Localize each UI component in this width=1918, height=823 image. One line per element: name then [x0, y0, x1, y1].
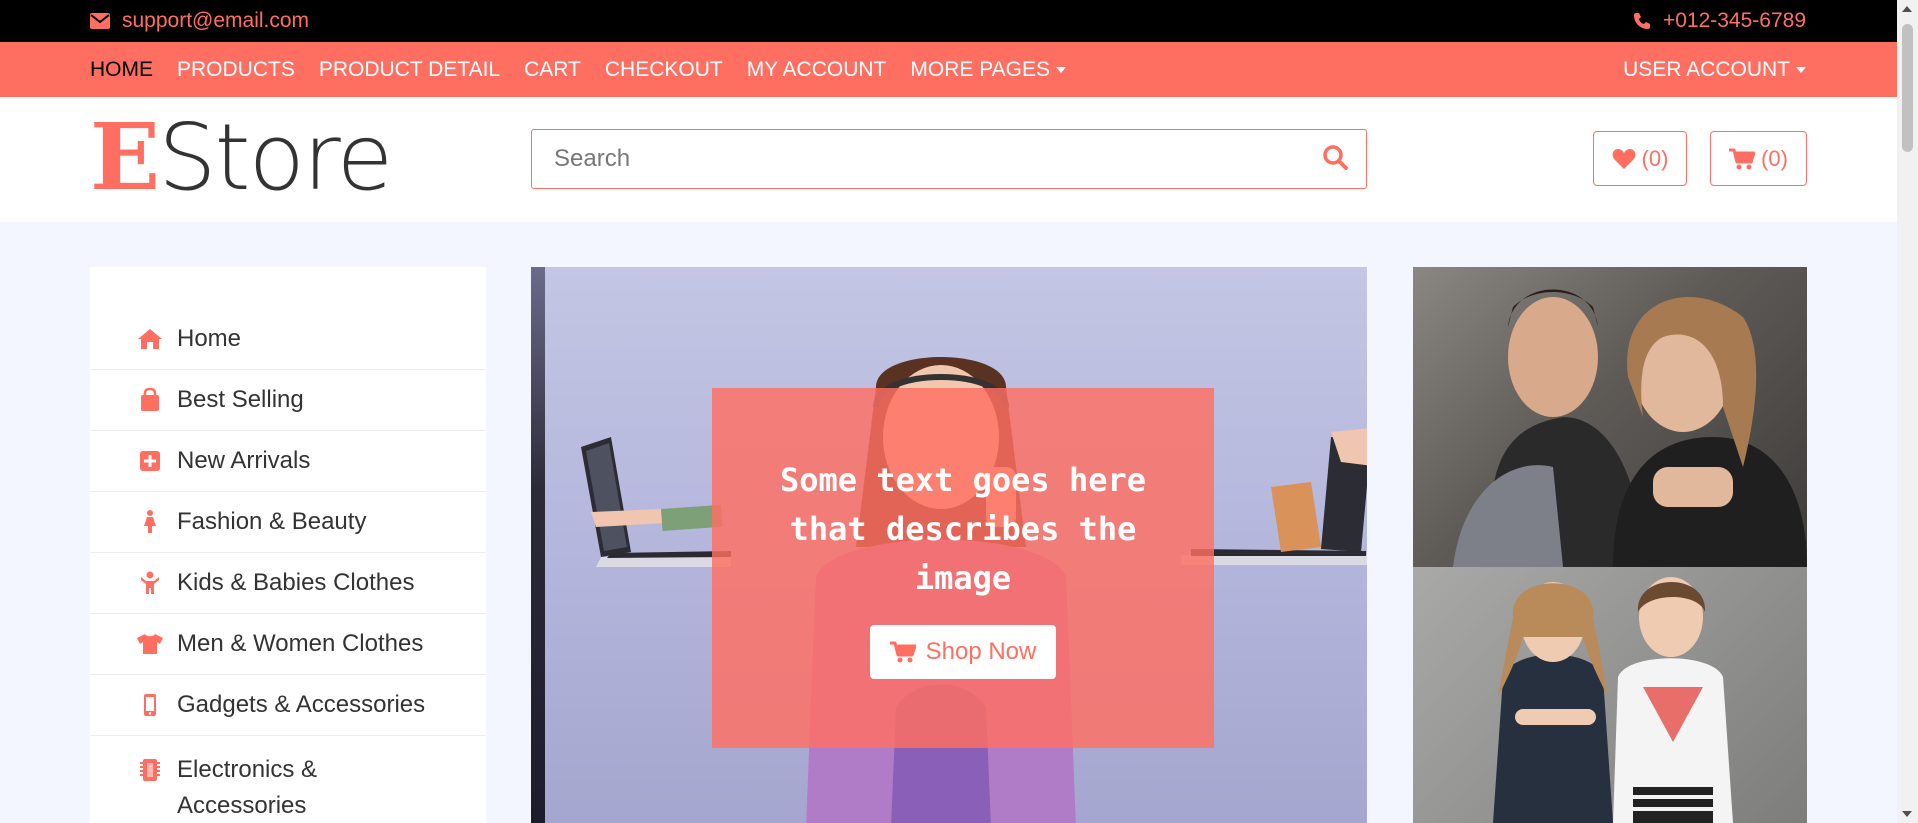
tshirt-icon	[135, 630, 165, 658]
wishlist-button[interactable]: (0)	[1593, 131, 1687, 186]
more-pages-label: MORE PAGES	[910, 57, 1051, 81]
user-account-label: USER ACCOUNT	[1623, 57, 1790, 81]
sidebar-item-label: Men & Women Clothes	[177, 630, 424, 657]
laptop-left-image	[581, 437, 731, 567]
scroll-down-arrow-icon[interactable]	[1902, 811, 1912, 817]
support-phone-text: +012-345-6789	[1662, 9, 1806, 32]
nav-item-checkout[interactable]: CHECKOUT	[605, 58, 723, 82]
child-icon	[135, 569, 165, 597]
hero-slider[interactable]: Some text goes here that describes the i…	[531, 267, 1367, 823]
logo-text: Store	[158, 104, 393, 211]
sidebar-item-home[interactable]: Home	[90, 309, 486, 370]
nav-menu: HOME PRODUCTS PRODUCT DETAIL CART CHECKO…	[90, 42, 1067, 97]
support-email-text: support@email.com	[122, 9, 310, 32]
caret-down-icon	[1796, 66, 1806, 73]
hero-caption: Some text goes here that describes the i…	[779, 461, 1147, 597]
home-icon	[135, 325, 165, 353]
envelope-icon	[90, 13, 110, 29]
female-icon	[135, 508, 165, 536]
promo-image-kids[interactable]	[1413, 567, 1807, 823]
sidebar-item-best-selling[interactable]: Best Selling	[90, 370, 486, 431]
sidebar-item-label: Fashion & Beauty	[177, 508, 367, 535]
support-email[interactable]: support@email.com	[90, 0, 309, 42]
caret-down-icon	[1056, 66, 1067, 73]
plus-square-icon	[135, 447, 165, 475]
sidebar-item-fashion-beauty[interactable]: Fashion & Beauty	[90, 492, 486, 553]
sidebar-item-label: Kids & Babies Clothes	[177, 569, 415, 596]
hero-caption-box: Some text goes here that describes the i…	[712, 388, 1214, 748]
sidebar-item-gadgets-accessories[interactable]: Gadgets & Accessories	[90, 675, 486, 736]
sidebar-item-new-arrivals[interactable]: New Arrivals	[90, 431, 486, 492]
category-sidebar: Home Best Selling New Arrivals Fashion &…	[90, 267, 486, 823]
header: EStore (0) (0)	[0, 97, 1897, 222]
two-women-image	[1453, 289, 1807, 567]
sidebar-item-label: Home	[177, 325, 242, 352]
nav-item-more-pages[interactable]: MORE PAGES	[910, 57, 1067, 82]
shop-now-button[interactable]: Shop Now	[870, 625, 1056, 679]
search-box	[531, 129, 1367, 189]
shop-now-label: Shop Now	[925, 638, 1037, 665]
search-button[interactable]	[1322, 144, 1352, 174]
page-scrollbar[interactable]	[1897, 0, 1918, 823]
main-navbar: HOME PRODUCTS PRODUCT DETAIL CART CHECKO…	[0, 42, 1897, 97]
support-phone[interactable]: +012-345-6789	[1633, 0, 1806, 42]
heart-icon	[1612, 148, 1635, 169]
microchip-icon	[135, 756, 165, 784]
cart-icon	[889, 641, 916, 663]
search-input[interactable]	[532, 130, 1302, 188]
scroll-up-arrow-icon[interactable]	[1902, 6, 1912, 12]
cart-button[interactable]: (0)	[1710, 131, 1807, 186]
user-account-dropdown[interactable]: USER ACCOUNT	[1623, 42, 1806, 97]
sidebar-item-label: Best Selling	[177, 386, 304, 413]
logo-letter: E	[90, 103, 160, 211]
top-bar: support@email.com +012-345-6789	[0, 0, 1897, 42]
previous-slide-edge	[531, 267, 545, 823]
sidebar-item-label: Gadgets & Accessories	[177, 691, 426, 718]
nav-item-my-account[interactable]: MY ACCOUNT	[747, 58, 887, 82]
two-kids-image	[1493, 577, 1733, 823]
sidebar-item-men-women-clothes[interactable]: Men & Women Clothes	[90, 614, 486, 675]
shopping-bag-icon	[135, 386, 165, 414]
sidebar-item-label: New Arrivals	[177, 447, 311, 474]
logo[interactable]: EStore	[90, 111, 393, 204]
sidebar-item-kids-babies-clothes[interactable]: Kids & Babies Clothes	[90, 553, 486, 614]
nav-item-product-detail[interactable]: PRODUCT DETAIL	[319, 58, 500, 82]
sidebar-item-electronics-accessories[interactable]: Electronics & Accessories	[90, 736, 486, 823]
wishlist-count: (0)	[1641, 145, 1669, 171]
cart-icon	[1729, 148, 1756, 169]
mobile-icon	[135, 691, 165, 719]
nav-item-home[interactable]: HOME	[90, 58, 153, 82]
promo-image-women[interactable]	[1413, 267, 1807, 567]
nav-item-products[interactable]: PRODUCTS	[177, 58, 295, 82]
phone-icon	[1633, 13, 1650, 29]
search-icon	[1323, 145, 1348, 170]
sidebar-item-label: Electronics & Accessories	[177, 756, 318, 819]
cart-count: (0)	[1761, 145, 1788, 171]
nav-item-cart[interactable]: CART	[524, 58, 581, 82]
scroll-thumb[interactable]	[1902, 24, 1913, 152]
